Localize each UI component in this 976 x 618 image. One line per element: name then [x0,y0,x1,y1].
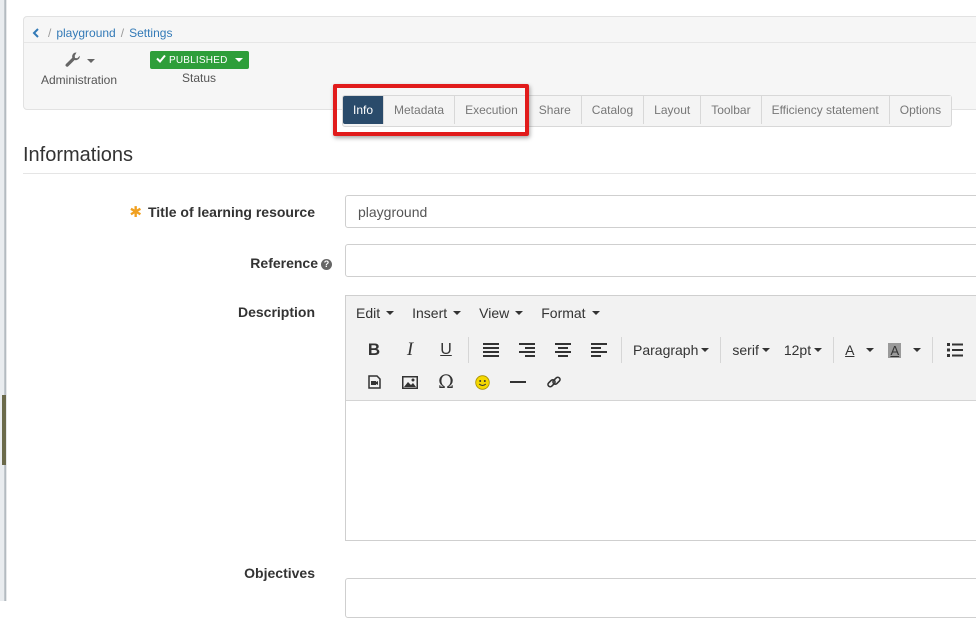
section-divider [23,173,976,174]
menu-insert[interactable]: Insert [412,305,462,321]
bold-button[interactable]: B [356,336,392,364]
chevron-down-icon [701,348,710,352]
chevron-down-icon [515,311,524,315]
status-label: Status [181,71,217,85]
font-family-dropdown[interactable]: serif [725,336,776,364]
title-field-label: ✱ Title of learning resource [100,203,315,221]
media-icon [367,375,381,389]
align-right-icon [519,343,535,357]
tab-share[interactable]: Share [528,96,582,124]
description-label: Description [237,304,315,320]
chevron-down-icon [234,58,243,62]
toolbar-separator [468,337,469,363]
check-icon [156,54,166,66]
breadcrumb-item-settings[interactable]: Settings [129,26,172,40]
chevron-down-icon [814,348,823,352]
toolbar-separator [932,337,934,363]
background-color-icon: A [888,342,902,358]
status-dropdown[interactable]: PUBLISHED Status [150,51,249,85]
editor-insert-row: Ω [356,368,572,396]
administration-dropdown[interactable]: Administration [38,51,120,87]
page-title: Informations [23,144,134,166]
toolbar-separator [621,337,622,363]
chevron-down-icon [86,59,95,63]
toolbar-separator [833,337,835,363]
tab-metadata[interactable]: Metadata [384,96,456,124]
tab-catalog[interactable]: Catalog [581,96,645,124]
menu-format[interactable]: Format [541,305,600,321]
editor-content-area[interactable] [346,401,976,540]
chevron-down-icon [761,348,770,352]
italic-button[interactable]: I [392,336,428,364]
chevron-down-icon [913,348,922,352]
align-left-button[interactable] [581,336,617,364]
special-character-button[interactable]: Ω [428,368,464,396]
underline-button[interactable]: U [428,336,464,364]
objectives-editor[interactable] [345,578,976,618]
background-color-button[interactable]: A [881,336,928,364]
text-color-button[interactable]: A [838,336,881,364]
align-left-icon [591,343,607,357]
smiley-icon [474,374,490,390]
insert-link-button[interactable] [536,368,572,396]
font-size-dropdown[interactable]: 12pt [777,336,829,364]
tab-info[interactable]: Info [343,96,385,124]
reference-label-text: Reference [250,255,318,271]
breadcrumb-separator: / [120,26,125,40]
breadcrumb-separator: / [48,26,52,40]
emoticon-button[interactable] [464,368,500,396]
menu-edit[interactable]: Edit [356,305,395,321]
tab-efficiency-statement[interactable]: Efficiency statement [761,96,890,124]
chevron-down-icon [591,311,600,315]
align-justify-button[interactable] [473,336,509,364]
settings-tabs: Info Metadata Execution Share Catalog La… [342,95,953,127]
scroll-thumb[interactable] [2,395,6,465]
objectives-label: Objectives [244,565,315,581]
editor-menubar: Edit Insert View Format [356,305,600,321]
description-rich-text-editor: Edit Insert View Format B I U Paragraph [345,295,976,541]
title-label-text: Title of learning resource [147,204,315,220]
menu-view[interactable]: View [479,305,524,321]
editor-format-row: B I U Paragraph serif 12pt A A [356,336,973,364]
align-center-icon [555,343,571,357]
chevron-down-icon [386,311,395,315]
left-scroll-strip [0,0,8,601]
bullet-list-icon [947,343,964,357]
horizontal-rule-icon [510,381,526,383]
bullet-list-button[interactable] [937,336,973,364]
required-star-icon: ✱ [129,204,142,221]
image-icon [402,375,418,389]
insert-media-button[interactable] [356,368,392,396]
align-justify-icon [483,343,499,357]
breadcrumb: / playground / Settings [32,23,172,43]
horizontal-rule-button[interactable] [500,368,536,396]
link-icon [547,376,561,388]
align-center-button[interactable] [545,336,581,364]
title-input[interactable] [345,195,976,228]
text-color-icon: A [845,342,855,358]
published-status-button[interactable]: PUBLISHED [150,51,249,69]
tab-execution[interactable]: Execution [455,96,529,124]
block-format-dropdown[interactable]: Paragraph [626,336,716,364]
breadcrumb-divider [24,42,976,43]
back-chevron-icon[interactable] [32,26,40,41]
administration-label: Administration [40,73,118,87]
tab-options[interactable]: Options [889,96,952,124]
reference-input[interactable] [345,244,976,277]
wrench-icon [64,51,82,72]
breadcrumb-item-playground[interactable]: playground [56,26,115,40]
insert-image-button[interactable] [392,368,428,396]
published-status-label: PUBLISHED [169,54,228,66]
align-right-button[interactable] [509,336,545,364]
editor-toolbar: Edit Insert View Format B I U Paragraph [346,296,976,401]
tab-toolbar[interactable]: Toolbar [701,96,762,124]
chevron-down-icon [866,348,875,352]
reference-field-label: Reference? [100,255,332,271]
help-icon[interactable]: ? [321,259,332,270]
tab-layout[interactable]: Layout [644,96,702,124]
chevron-down-icon [453,311,462,315]
toolbar-separator [720,337,722,363]
